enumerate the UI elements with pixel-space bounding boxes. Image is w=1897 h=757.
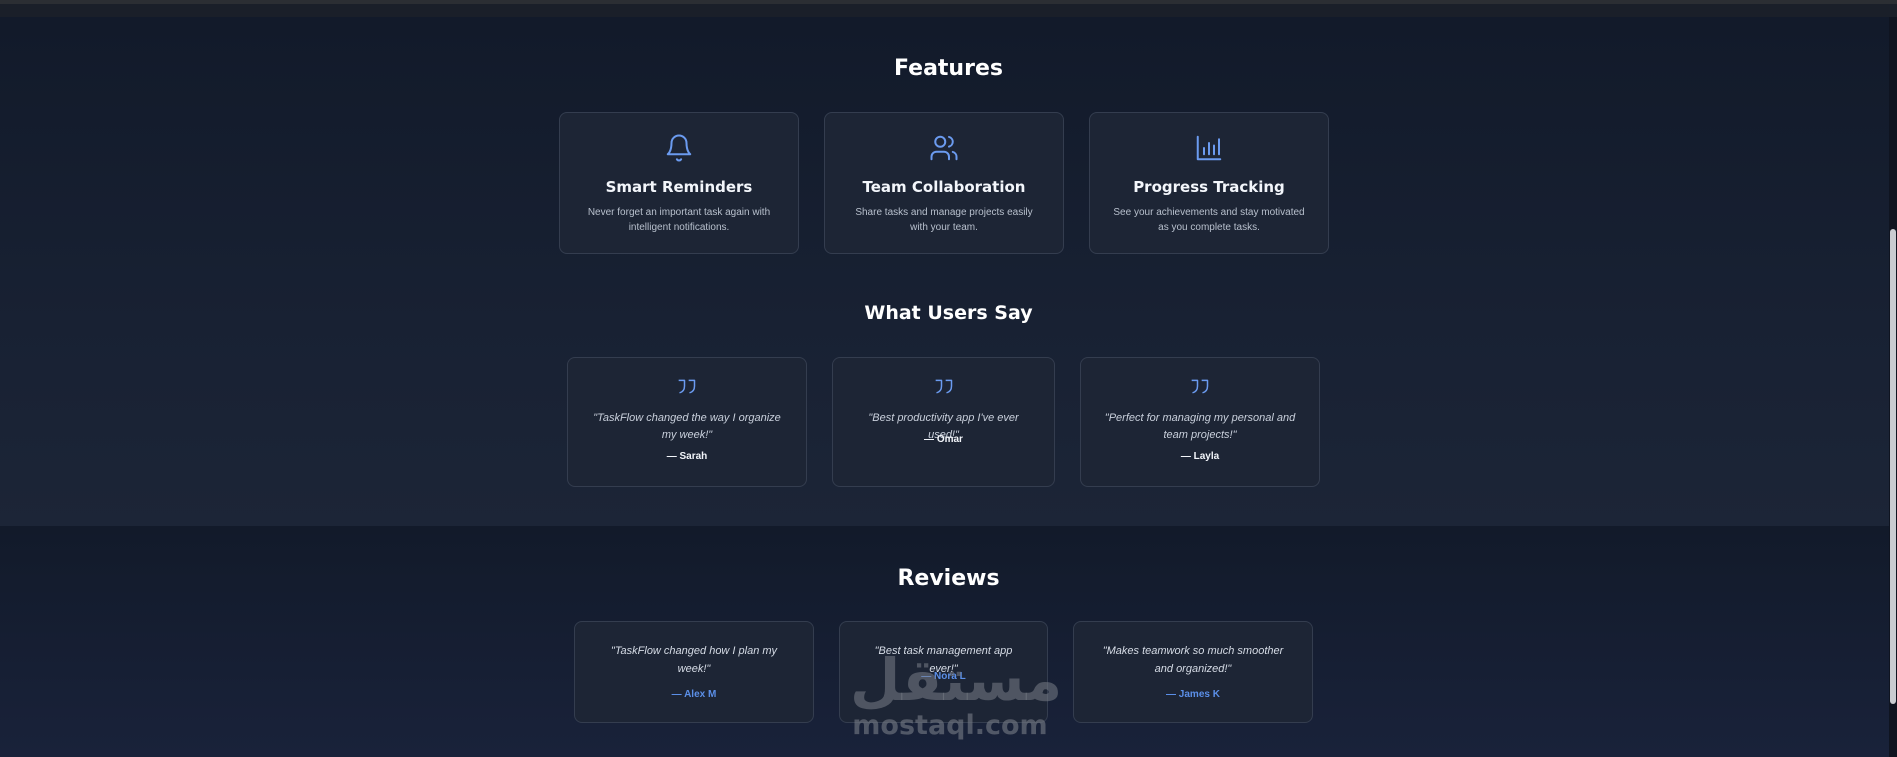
testimonial-quote: "TaskFlow changed the way I organize my … [593, 412, 781, 441]
quote-icon [568, 378, 806, 400]
page-scrollbar[interactable] [1889, 17, 1897, 757]
bell-icon [560, 133, 798, 163]
feature-description: Never forget an important task again wit… [587, 207, 771, 233]
feature-description: See your achievements and stay motivated… [1113, 207, 1305, 233]
scrollbar-thumb[interactable] [1890, 229, 1896, 704]
testimonials-heading: What Users Say [864, 302, 1033, 324]
reviews-heading: Reviews [897, 566, 1000, 591]
review-quote: "TaskFlow changed how I plan my week!" [610, 645, 778, 675]
feature-title: Smart Reminders [605, 178, 753, 196]
quote-icon [833, 378, 1054, 400]
review-quote: "Makes teamwork so much smoother and org… [1102, 645, 1284, 675]
feature-card-progress-tracking: Progress Tracking See your achievements … [1089, 112, 1329, 254]
quote-icon [1081, 378, 1319, 400]
testimonial-author: — Omar [924, 434, 963, 445]
bar-chart-icon [1090, 133, 1328, 163]
users-icon [825, 133, 1063, 163]
testimonial-author: — Sarah [666, 451, 708, 462]
review-card-alex: "TaskFlow changed how I plan my week!" —… [574, 621, 814, 723]
testimonial-author: — Layla [1180, 451, 1220, 462]
feature-description: Share tasks and manage projects easily w… [855, 207, 1033, 233]
review-card-james: "Makes teamwork so much smoother and org… [1073, 621, 1313, 723]
feature-title: Team Collaboration [862, 178, 1026, 196]
testimonial-card-omar: "Best productivity app I've ever used!" … [832, 357, 1055, 487]
features-heading: Features [894, 56, 1003, 81]
feature-card-team-collaboration: Team Collaboration Share tasks and manag… [824, 112, 1064, 254]
feature-title: Progress Tracking [1133, 178, 1285, 196]
review-author: — Alex M [671, 689, 717, 700]
testimonial-card-sarah: "TaskFlow changed the way I organize my … [567, 357, 807, 487]
testimonial-quote: "Perfect for managing my personal and te… [1104, 412, 1296, 441]
feature-card-smart-reminders: Smart Reminders Never forget an importan… [559, 112, 799, 254]
review-author: — Nora L [921, 671, 966, 682]
review-card-nora: "Best task management app ever!" — Nora … [839, 621, 1048, 723]
testimonial-card-layla: "Perfect for managing my personal and te… [1080, 357, 1320, 487]
review-author: — James K [1166, 689, 1220, 700]
